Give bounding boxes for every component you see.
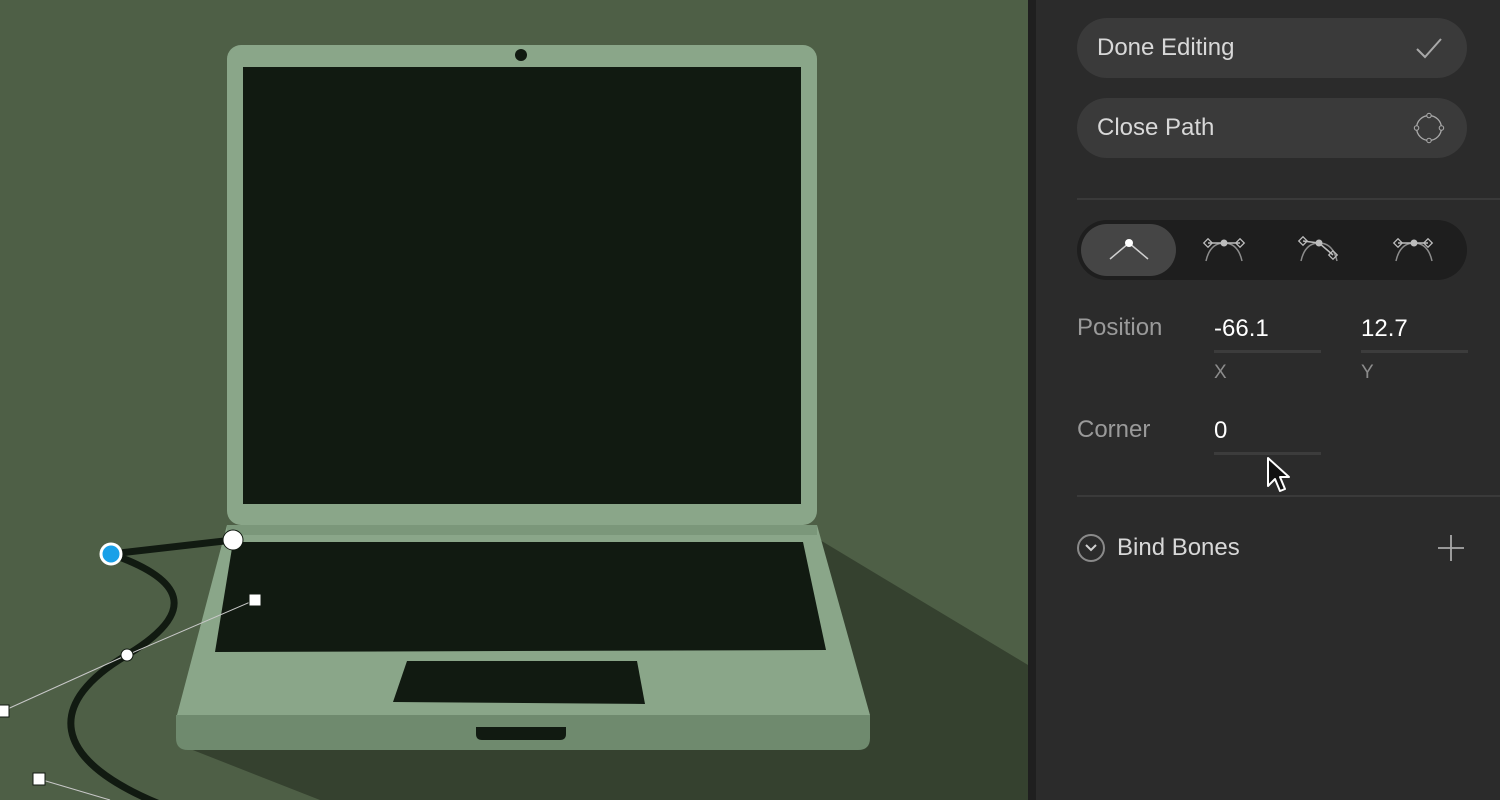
straight-vertex-icon [1107, 233, 1151, 268]
close-path-icon [1413, 112, 1445, 144]
bind-bones-row: Bind Bones [1077, 528, 1467, 568]
y-axis-label: Y [1361, 362, 1374, 383]
inspector-panel: Done Editing Close Path Position -66.1 1… [1036, 0, 1500, 800]
x-axis-label: X [1214, 362, 1227, 383]
done-editing-label: Done Editing [1097, 34, 1235, 61]
asymmetric-vertex-button[interactable] [1366, 224, 1461, 276]
vertex-type-selector [1077, 220, 1467, 280]
corner-input[interactable]: 0 [1214, 416, 1321, 455]
chevron-down-icon[interactable] [1077, 534, 1105, 562]
laptop-screen [243, 67, 801, 504]
laptop-trackpad [393, 661, 645, 704]
laptop-notch [476, 727, 566, 740]
path-vertex-mid[interactable] [120, 648, 134, 662]
done-editing-button[interactable]: Done Editing [1077, 18, 1467, 78]
artboard [0, 0, 1028, 800]
path-vertex-end[interactable] [222, 529, 244, 551]
design-canvas[interactable] [0, 0, 1028, 800]
add-icon[interactable] [1435, 532, 1467, 564]
close-path-label: Close Path [1097, 114, 1215, 141]
selected-path-vertex[interactable] [99, 542, 123, 566]
mouse-cursor-icon [1266, 456, 1292, 499]
bind-bones-label: Bind Bones [1117, 534, 1240, 561]
mirrored-vertex-button[interactable] [1176, 224, 1271, 276]
section-divider [1077, 198, 1500, 200]
corner-label: Corner [1077, 416, 1151, 443]
checkmark-icon [1413, 32, 1445, 64]
close-path-button[interactable]: Close Path [1077, 98, 1467, 158]
mirrored-vertex-icon [1202, 233, 1246, 268]
straight-vertex-button[interactable] [1081, 224, 1176, 276]
bezier-handle-in[interactable] [0, 704, 10, 718]
panel-divider[interactable] [1028, 0, 1036, 800]
laptop-webcam [515, 49, 527, 61]
detached-vertex-icon [1297, 233, 1341, 268]
detached-vertex-button[interactable] [1271, 224, 1366, 276]
position-x-input[interactable]: -66.1 [1214, 314, 1321, 353]
laptop-keyboard [215, 542, 826, 652]
bezier-handle-lower[interactable] [32, 772, 46, 786]
position-label: Position [1077, 314, 1163, 341]
asymmetric-vertex-icon [1392, 233, 1436, 268]
laptop-hinge [227, 525, 817, 535]
bezier-handle-out[interactable] [248, 593, 262, 607]
position-y-input[interactable]: 12.7 [1361, 314, 1468, 353]
